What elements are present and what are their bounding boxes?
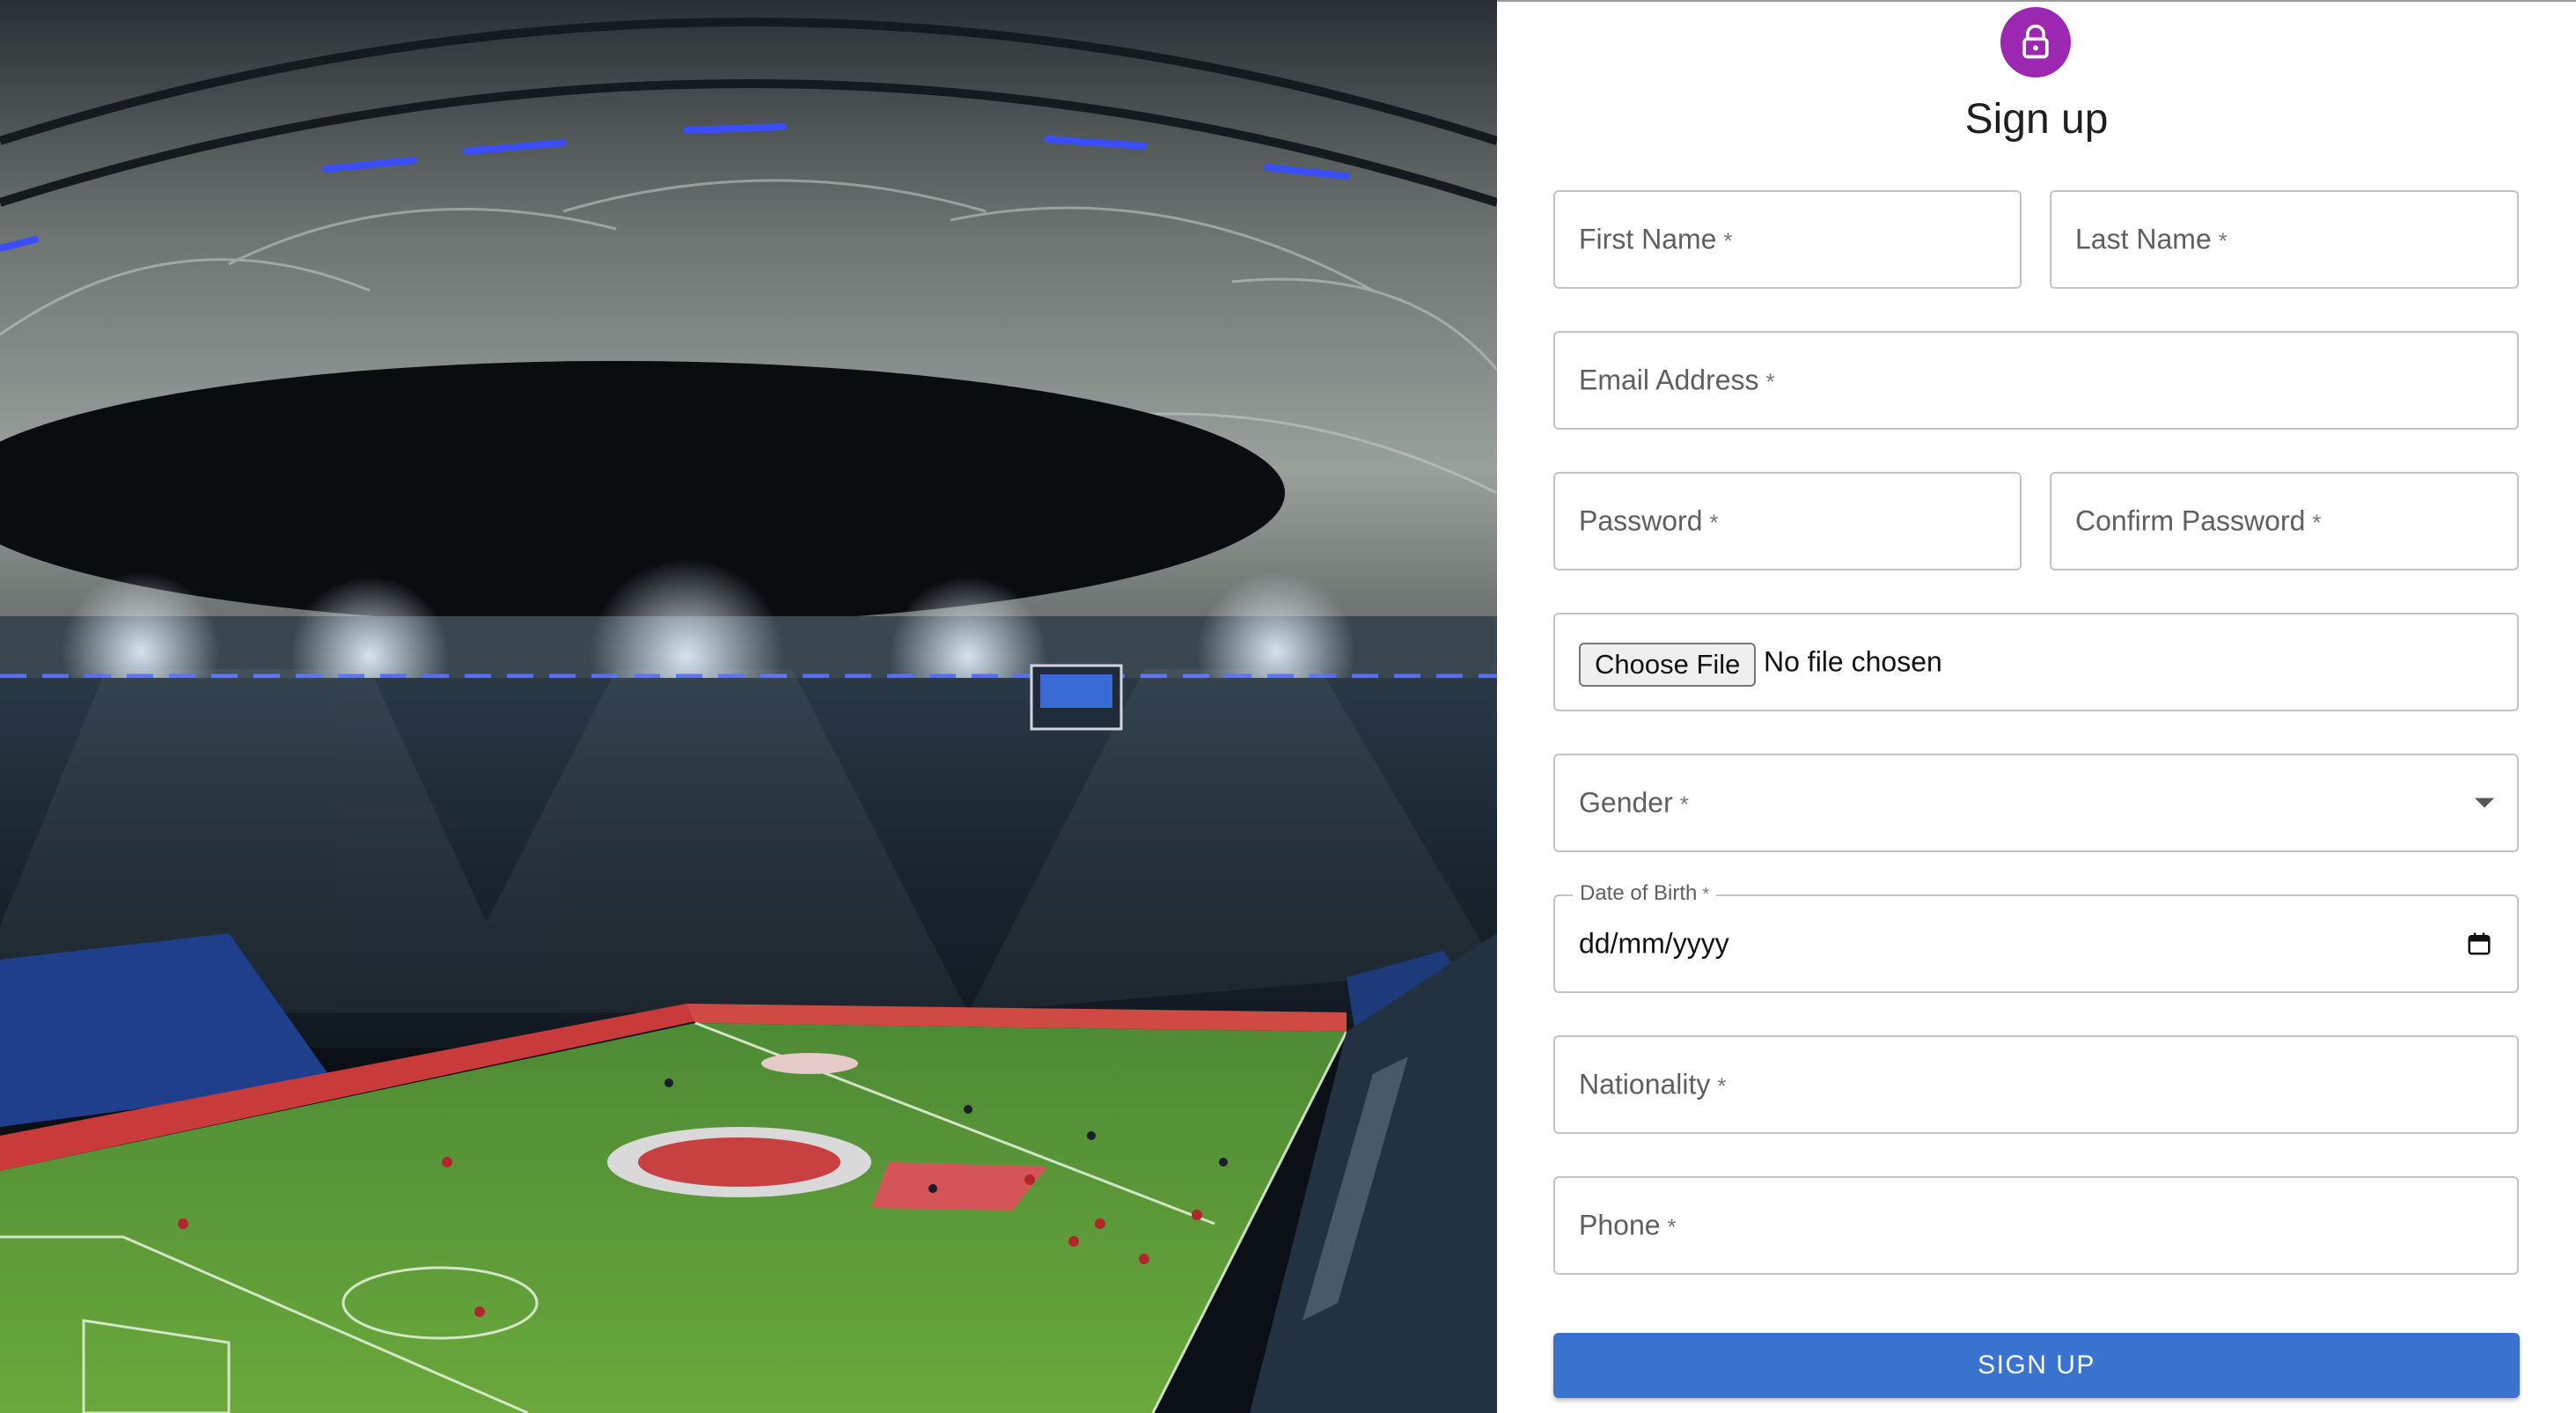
email-label: Email Address * [1579, 364, 1775, 396]
nationality-label: Nationality * [1579, 1068, 1727, 1100]
last-name-field[interactable]: Last Name * [2050, 190, 2519, 289]
phone-field[interactable]: Phone * [1553, 1176, 2519, 1275]
stadium-illustration [0, 0, 1497, 1413]
signup-page: Sign up First Name * Last Name * Email Add… [0, 0, 2576, 1413]
confirm-password-field[interactable]: Confirm Password * [2050, 472, 2519, 570]
file-status-text: No file chosen [1764, 645, 1942, 678]
file-upload-field: Choose File No file chosen [1553, 613, 2519, 711]
chevron-down-icon [2475, 798, 2494, 808]
first-name-label: First Name * [1579, 223, 1733, 255]
signup-form: Sign up First Name * Last Name * Email Add… [1497, 0, 2576, 1413]
date-of-birth-field[interactable]: Date of Birth * dd/mm/yyyy [1553, 881, 2519, 993]
date-placeholder: dd/mm/yyyy [1579, 927, 1729, 960]
lock-icon [2022, 24, 2049, 59]
sign-up-button[interactable]: SIGN UP [1553, 1333, 2520, 1398]
password-field[interactable]: Password * [1553, 472, 2022, 570]
lock-avatar [2000, 7, 2071, 77]
choose-file-button[interactable]: Choose File [1579, 643, 1757, 687]
gender-label: Gender * [1579, 786, 1689, 819]
date-of-birth-label: Date of Birth * [1573, 881, 1717, 906]
confirm-password-label: Confirm Password * [2075, 504, 2322, 537]
last-name-label: Last Name * [2075, 223, 2227, 255]
password-label: Password * [1579, 504, 1719, 537]
first-name-field[interactable]: First Name * [1553, 190, 2022, 289]
gender-select[interactable]: Gender * [1553, 754, 2519, 852]
email-field[interactable]: Email Address * [1553, 331, 2519, 430]
stadium-photo [0, 0, 1497, 1413]
nationality-field[interactable]: Nationality * [1553, 1035, 2519, 1134]
calendar-icon[interactable] [2466, 931, 2492, 957]
phone-label: Phone * [1579, 1209, 1677, 1241]
page-title: Sign up [1964, 96, 2109, 143]
